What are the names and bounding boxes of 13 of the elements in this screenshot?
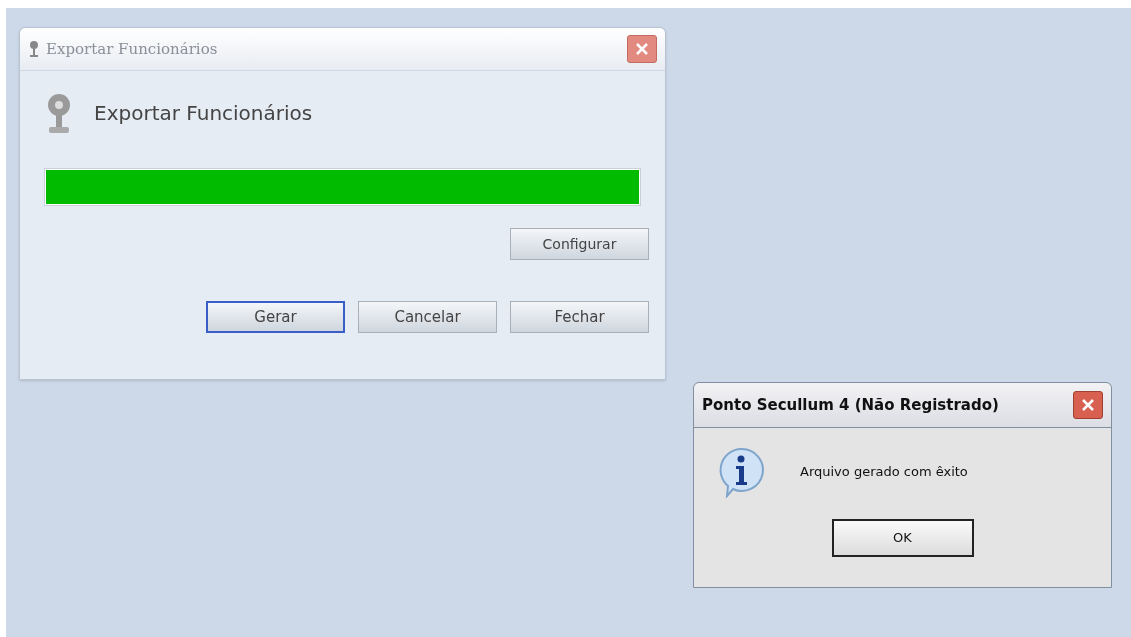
dialog-button[interactable]: Fechar [510, 301, 649, 333]
window-title: Ponto Secullum 4 (Não Registrado) [702, 394, 999, 416]
message-text: Arquivo gerado com êxito [800, 463, 968, 482]
close-icon [635, 42, 649, 56]
ok-button[interactable]: OK [831, 519, 974, 557]
dialog-heading: Exportar Funcionários [94, 100, 313, 127]
window-title: Exportar Funcionários [46, 38, 218, 60]
close-button[interactable] [1073, 391, 1103, 419]
dialog-button[interactable]: Cancelar [358, 301, 497, 333]
dialog-button[interactable]: Gerar [206, 301, 345, 333]
configure-button[interactable]: Configurar [510, 228, 649, 260]
close-button[interactable] [627, 35, 657, 63]
close-icon [1081, 398, 1095, 412]
